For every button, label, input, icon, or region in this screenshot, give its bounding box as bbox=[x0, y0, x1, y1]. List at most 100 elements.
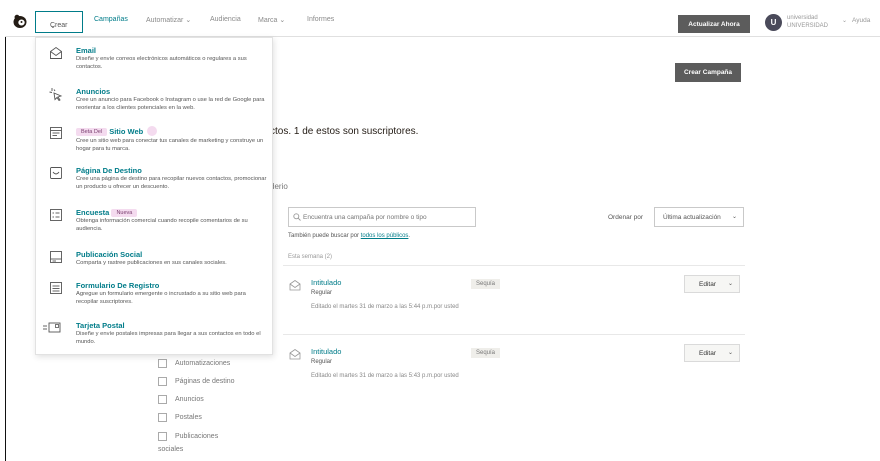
new-badge: Nueva bbox=[111, 209, 138, 217]
menu-item-title: Encuesta bbox=[76, 208, 110, 217]
nav-audiencia[interactable]: Audiencia bbox=[210, 16, 241, 23]
search-hint-end: . bbox=[408, 233, 411, 239]
row-divider bbox=[283, 265, 745, 266]
menu-item-social-post[interactable]: Publicación Social Comparta y rastree pu… bbox=[36, 250, 274, 278]
menu-item-email[interactable]: Email Diseñe y envíe correos electrónico… bbox=[36, 46, 274, 80]
contacts-summary: ctos. 1 de estos son suscriptores. bbox=[270, 126, 419, 137]
top-navigation: Crear ⌄ Campañas Automatizar ⌄ Audiencia… bbox=[5, 5, 880, 37]
sort-select[interactable]: Última actualización ⌄ bbox=[654, 207, 744, 227]
menu-item-title: Página De Destino bbox=[76, 166, 142, 175]
edit-campaign-button[interactable]: Editar ⌄ bbox=[684, 275, 740, 293]
survey-icon bbox=[50, 209, 62, 221]
campaign-type: Regular bbox=[311, 359, 333, 365]
landing-page-icon bbox=[50, 167, 62, 179]
menu-item-title-row: Encuesta Nueva bbox=[76, 208, 138, 217]
campaign-type: Regular bbox=[311, 290, 333, 296]
nav-informes[interactable]: Informes bbox=[307, 16, 334, 23]
account-menu[interactable]: universidad UNIVERSIDAD bbox=[787, 14, 828, 30]
menu-item-postcard[interactable]: Tarjeta Postal Diseñe y envíe postales i… bbox=[36, 321, 274, 353]
menu-item-title: Anuncios bbox=[76, 87, 111, 96]
status-badge: Sequía bbox=[471, 279, 501, 289]
nav-marca[interactable]: Marca ⌄ bbox=[258, 16, 285, 24]
menu-item-title: Formulario De Registro bbox=[76, 281, 160, 290]
menu-item-landing-page[interactable]: Página De Destino Cree una página de des… bbox=[36, 166, 274, 200]
menu-item-description: Cree un anuncio para Facebook o Instagra… bbox=[76, 97, 265, 111]
menu-item-description: Diseñe y envíe postales impresas para ll… bbox=[76, 331, 261, 345]
chevron-down-icon[interactable]: ⌄ bbox=[842, 17, 847, 24]
search-input[interactable] bbox=[303, 211, 473, 224]
upgrade-now-button[interactable]: Actualizar Ahora bbox=[678, 15, 750, 33]
checkbox-icon[interactable] bbox=[158, 359, 167, 368]
search-hint: También puede buscar por todos los públi… bbox=[288, 233, 410, 239]
row-divider bbox=[283, 334, 745, 335]
filter-social-posts[interactable]: Publicaciones bbox=[158, 432, 218, 441]
filter-label: Anuncios bbox=[175, 396, 204, 403]
account-org: UNIVERSIDAD bbox=[787, 23, 829, 29]
checkbox-icon[interactable] bbox=[158, 395, 167, 404]
campaign-edited-info: Editado el martes 31 de marzo a las 5:44… bbox=[311, 304, 459, 310]
menu-item-description: Cree una página de destino para recopila… bbox=[76, 176, 267, 190]
menu-item-ads[interactable]: Anuncios Cree un anuncio para Facebook o… bbox=[36, 87, 274, 121]
menu-item-description: Diseñe y envíe correos electrónicos auto… bbox=[76, 56, 247, 70]
edit-campaign-button[interactable]: Editar ⌄ bbox=[684, 344, 740, 362]
chevron-down-icon: ⌄ bbox=[731, 214, 737, 220]
filter-label: Publicaciones bbox=[175, 433, 219, 440]
menu-item-title: Publicación Social bbox=[76, 250, 143, 259]
menu-item-description: Obtenga información comercial cuando rec… bbox=[76, 218, 248, 232]
filter-label: Automatizaciones bbox=[175, 360, 231, 367]
menu-item-signup-form[interactable]: Formulario De Registro Agregue un formul… bbox=[36, 281, 274, 315]
avatar[interactable]: U bbox=[765, 14, 782, 31]
nav-informes-label: Informes bbox=[307, 16, 335, 23]
checkbox-icon[interactable] bbox=[158, 413, 167, 422]
form-icon bbox=[50, 282, 62, 294]
edit-label: Editar bbox=[699, 280, 716, 288]
checkbox-icon[interactable] bbox=[158, 432, 167, 441]
menu-item-description: Comparta y rastree publicaciones en sus … bbox=[76, 260, 227, 266]
nav-automatizar-label: Automatizar bbox=[146, 17, 184, 24]
all-audiences-link[interactable]: todos los públicos bbox=[361, 233, 409, 239]
nav-audiencia-label: Audiencia bbox=[210, 16, 241, 23]
search-hint-text: También puede buscar por bbox=[288, 233, 360, 239]
sort-value: Última actualización bbox=[663, 213, 721, 221]
cursor-highlight-icon bbox=[147, 126, 158, 136]
checkbox-icon[interactable] bbox=[158, 377, 167, 386]
campaign-search[interactable] bbox=[288, 207, 476, 227]
menu-item-description: Agregue un formulario emergente o incrus… bbox=[76, 291, 246, 305]
nav-marca-label: Marca bbox=[258, 17, 278, 24]
filter-landing-pages[interactable]: Páginas de destino bbox=[158, 377, 235, 386]
campaign-title-link[interactable]: Intitulado bbox=[311, 278, 341, 287]
search-icon bbox=[293, 213, 301, 221]
menu-item-website[interactable]: Beta Del Sitio Web Cree un sitio web par… bbox=[36, 126, 274, 160]
campaign-title-link[interactable]: Intitulado bbox=[311, 347, 341, 356]
email-campaign-icon bbox=[289, 349, 301, 360]
chevron-down-icon[interactable]: ⌄ bbox=[728, 349, 733, 356]
website-icon bbox=[50, 127, 62, 139]
create-campaign-button[interactable]: Crear Campaña bbox=[675, 63, 741, 82]
nav-automatizar[interactable]: Automatizar ⌄ bbox=[146, 16, 191, 24]
menu-item-description: Cree un sitio web para conectar tus cana… bbox=[76, 138, 264, 152]
filter-label: Páginas de destino bbox=[175, 378, 235, 385]
postcard-icon bbox=[43, 322, 61, 333]
social-post-icon bbox=[50, 251, 62, 263]
crear-menu-button[interactable]: Crear ⌄ bbox=[35, 11, 83, 33]
filter-postcards[interactable]: Postales bbox=[158, 413, 202, 422]
nav-campanas-label: Campañas bbox=[94, 16, 128, 23]
chevron-down-icon: ⌄ bbox=[50, 23, 56, 30]
sort-label: Ordenar por bbox=[608, 214, 644, 221]
filter-automations[interactable]: Automatizaciones bbox=[158, 359, 230, 368]
chevron-down-icon: ⌄ bbox=[279, 17, 286, 24]
chevron-down-icon[interactable]: ⌄ bbox=[728, 280, 733, 287]
menu-item-title: Tarjeta Postal bbox=[76, 321, 125, 330]
beta-badge: Beta Del bbox=[76, 128, 108, 136]
filter-ads[interactable]: Anuncios bbox=[158, 395, 204, 404]
menu-item-survey[interactable]: Encuesta Nueva Obtenga información comer… bbox=[36, 208, 274, 242]
crear-dropdown-menu: Email Diseñe y envíe correos electrónico… bbox=[35, 37, 273, 355]
filter-label-continued: sociales bbox=[158, 446, 184, 453]
mailchimp-logo-icon[interactable] bbox=[12, 13, 28, 29]
help-link[interactable]: Ayuda bbox=[852, 17, 870, 24]
email-campaign-icon bbox=[289, 280, 301, 291]
campaign-edited-info: Editado el martes 31 de marzo a las 5:43… bbox=[311, 373, 459, 379]
menu-item-title-row: Beta Del Sitio Web bbox=[76, 126, 158, 136]
nav-campanas[interactable]: Campañas bbox=[94, 16, 128, 23]
email-icon bbox=[50, 46, 62, 59]
